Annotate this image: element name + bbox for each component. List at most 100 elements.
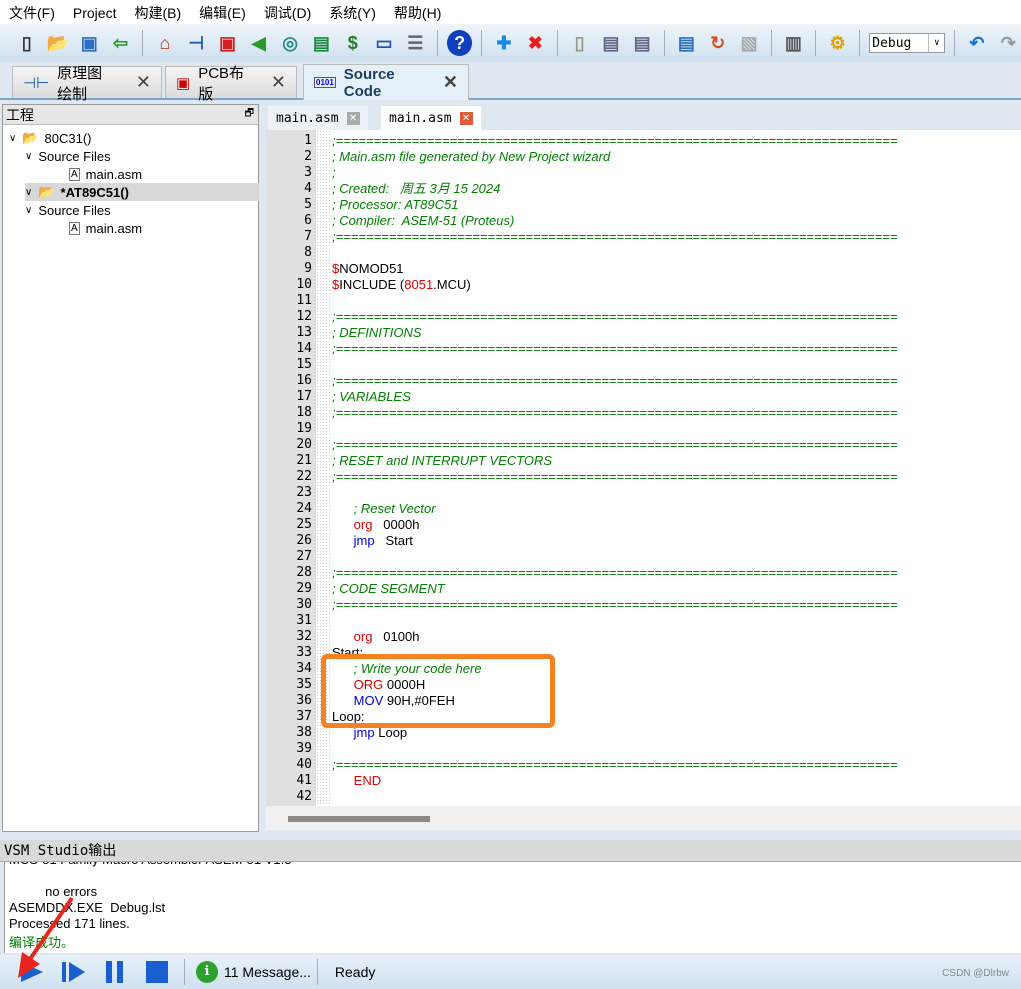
line-number: 4 — [304, 181, 312, 196]
code-line: $INCLUDE (8051.MCU) — [332, 277, 471, 293]
line-number: 1 — [304, 133, 312, 148]
document-tabs: ⊣⊢ 原理图绘制 ✕ ▣ PCB布版 ✕ 0101 Source Code ✕ — [0, 64, 1021, 103]
messages-button[interactable]: i 11 Message... — [196, 961, 311, 983]
source-code-icon[interactable]: ▭ — [371, 30, 396, 56]
watermark: CSDN @Dlrbw — [942, 968, 1009, 979]
redo-icon[interactable]: ↷ — [996, 30, 1021, 56]
tree-item[interactable]: ∨ 📂 *AT89C51() — [25, 183, 259, 201]
save-icon[interactable]: ▣ — [77, 30, 102, 56]
tab-source-code[interactable]: 0101 Source Code ✕ — [303, 64, 469, 100]
toolbar-separator — [663, 30, 665, 56]
pause-button[interactable] — [98, 955, 132, 989]
add-file-icon[interactable]: ▤ — [598, 30, 623, 56]
tree-item[interactable]: Amain.asm — [69, 219, 142, 237]
line-number: 19 — [296, 421, 312, 436]
code-token: ;=======================================… — [332, 229, 898, 244]
code-token: org — [353, 629, 373, 644]
menu-item[interactable]: 编辑(E) — [190, 3, 255, 23]
stop-button[interactable] — [140, 955, 174, 989]
line-number: 16 — [296, 373, 312, 388]
restore-icon[interactable]: 🗗 — [245, 106, 254, 123]
menu-item[interactable]: 系统(Y) — [320, 3, 385, 23]
menu-item[interactable]: 构建(B) — [125, 3, 190, 23]
settings-icon[interactable]: ⚙ — [825, 30, 850, 56]
line-number: 26 — [296, 533, 312, 548]
new-item-icon[interactable]: ▯ — [567, 30, 592, 56]
close-icon[interactable]: ✕ — [136, 72, 151, 93]
tree-item[interactable]: ∨ Source Files — [25, 201, 111, 219]
open-folder-icon[interactable]: 📂 — [45, 30, 70, 56]
asm-file-icon: A — [69, 167, 80, 181]
exit-icon[interactable]: ⇦ — [108, 30, 133, 56]
undo-icon[interactable]: ↶ — [964, 30, 989, 56]
line-number: 42 — [296, 789, 312, 804]
menu-item[interactable]: 文件(F) — [0, 3, 64, 23]
add-project-icon[interactable]: ✚ — [491, 30, 516, 56]
editor-tab[interactable]: main.asm ✕ — [268, 106, 368, 130]
chevron-down-icon[interactable]: ∨ — [9, 133, 16, 144]
build-config-select[interactable]: Debug ∨ — [869, 33, 946, 53]
code-token: 8051 — [404, 277, 434, 292]
rebuild-icon[interactable]: ↻ — [705, 30, 730, 56]
close-icon[interactable]: ✕ — [443, 72, 458, 93]
code-token: ;=======================================… — [332, 565, 898, 580]
notes-icon[interactable]: ☰ — [403, 30, 428, 56]
scrollbar-thumb[interactable] — [288, 816, 430, 822]
close-icon[interactable]: ✕ — [271, 72, 286, 93]
delete-icon[interactable]: ✖ — [523, 30, 548, 56]
code-token: 0100h — [372, 629, 420, 644]
help-icon[interactable]: ? — [447, 30, 473, 56]
close-icon[interactable]: ✕ — [459, 111, 473, 125]
code-line: jmp Start — [332, 533, 413, 549]
new-file-icon[interactable]: ▯ — [14, 30, 39, 56]
line-number: 24 — [296, 501, 312, 516]
line-number: 2 — [304, 149, 312, 164]
tree-item[interactable]: Amain.asm — [69, 165, 142, 183]
design-explorer-icon[interactable]: $ — [340, 30, 365, 56]
code-line: ; Reset Vector — [332, 501, 436, 517]
chevron-down-icon[interactable]: ∨ — [25, 151, 32, 162]
schematic-icon[interactable]: ⊣ — [184, 30, 209, 56]
code-line: ; Processor: AT89C51 — [332, 197, 458, 213]
line-number: 21 — [296, 453, 312, 468]
code-token: ;=======================================… — [332, 373, 898, 388]
build-icon[interactable]: ▤ — [674, 30, 699, 56]
line-number: 14 — [296, 341, 312, 356]
tree-item[interactable]: ∨ 📂 80C31() — [9, 129, 91, 147]
menu-item[interactable]: 帮助(H) — [385, 3, 450, 23]
close-icon[interactable]: ✕ — [346, 111, 360, 125]
info-icon: i — [196, 961, 218, 983]
line-number: 3 — [304, 165, 312, 180]
chip-icon[interactable]: ▥ — [781, 30, 806, 56]
toolbar-separator — [556, 30, 558, 56]
chevron-down-icon[interactable]: ∨ — [25, 187, 32, 198]
line-number: 6 — [304, 213, 312, 228]
code-line: ; RESET and INTERRUPT VECTORS — [332, 453, 552, 469]
schematic-icon: ⊣⊢ — [23, 74, 50, 92]
home-icon[interactable]: ⌂ — [152, 30, 177, 56]
line-number: 40 — [296, 757, 312, 772]
tab-schematic[interactable]: ⊣⊢ 原理图绘制 ✕ — [12, 65, 162, 103]
bom-icon[interactable]: ▤ — [309, 30, 334, 56]
line-number: 39 — [296, 741, 312, 756]
gerber-icon[interactable]: ◀ — [246, 30, 271, 56]
line-number: 30 — [296, 597, 312, 612]
line-number: 15 — [296, 357, 312, 372]
tree-item[interactable]: ∨ Source Files — [25, 147, 111, 165]
code-line: org 0100h — [332, 629, 420, 645]
code-token: ; Reset Vector — [332, 501, 436, 516]
editor-tab-active[interactable]: main.asm ✕ — [381, 106, 481, 130]
pcb-icon[interactable]: ▣ — [215, 30, 240, 56]
clean-icon[interactable]: ▧ — [736, 30, 761, 56]
3d-inspect-icon[interactable]: ◎ — [277, 30, 302, 56]
chevron-down-icon[interactable]: ∨ — [25, 205, 32, 216]
remove-file-icon[interactable]: ▤ — [630, 30, 655, 56]
menu-item[interactable]: Project — [64, 5, 126, 21]
code-line: ;=======================================… — [332, 597, 897, 613]
menu-item[interactable]: 调试(D) — [255, 3, 320, 23]
code-line: END — [332, 773, 381, 789]
tab-pcb[interactable]: ▣ PCB布版 ✕ — [165, 65, 297, 103]
code-line: $NOMOD51 — [332, 261, 404, 277]
code-token: ; — [332, 165, 336, 180]
